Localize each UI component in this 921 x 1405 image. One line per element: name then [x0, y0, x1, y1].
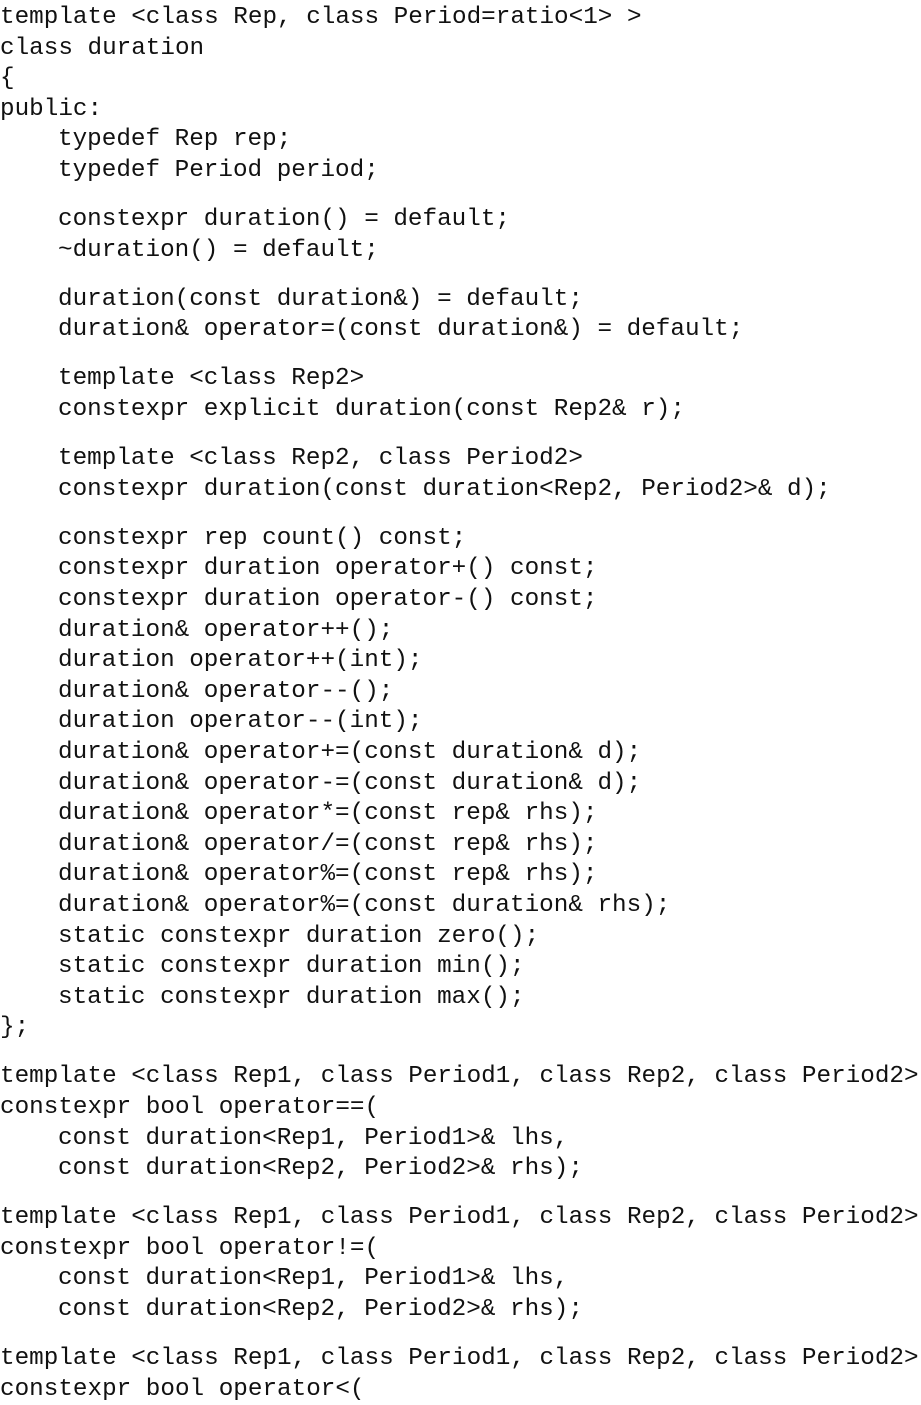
blank-gap [0, 266, 921, 285]
code-line: duration& operator%=(const duration& rhs… [58, 891, 671, 919]
code-line: typedef Rep rep; [58, 126, 292, 154]
code-line: constexpr bool operator==( [0, 1094, 380, 1121]
blank-gap [0, 1185, 921, 1204]
code-line: ~duration() = default; [58, 236, 379, 264]
blank-gap [0, 426, 921, 445]
code-line: const duration<Rep1, Period1>& lhs, [58, 1265, 569, 1293]
code-line: static constexpr duration max(); [58, 983, 525, 1011]
code-line: duration(const duration&) = default; [58, 285, 583, 313]
code-line: constexpr duration(const duration<Rep2, … [58, 475, 831, 503]
code-line: template <class Rep2, class Period2> [58, 445, 583, 473]
code-line: template <class Rep2> [58, 365, 365, 393]
code-line: constexpr explicit duration(const Rep2& … [58, 396, 685, 424]
code-line: public: [0, 95, 103, 123]
code-line: constexpr bool operator!=( [0, 1234, 380, 1262]
code-line: duration& operator--(); [58, 677, 394, 705]
code-line: constexpr bool operator<( [0, 1375, 365, 1403]
blank-gap [0, 505, 921, 524]
code-line: const duration<Rep2, Period2>& rhs); [58, 1155, 583, 1183]
code-line: template <class Rep1, class Period1, cla… [0, 1063, 919, 1091]
code-line: const duration<Rep1, Period1>& lhs, [58, 1124, 569, 1152]
code-line: duration& operator*=(const rep& rhs); [58, 800, 598, 828]
code-line: constexpr duration operator-() const; [58, 586, 598, 613]
blank-gap [0, 1044, 921, 1063]
blank-gap [0, 187, 921, 206]
code-line: }; [0, 1014, 30, 1042]
code-line: constexpr duration operator+() const; [58, 555, 598, 583]
code-line: duration& operator-=(const duration& d); [58, 769, 642, 797]
code-line: class duration [0, 34, 205, 62]
code-line: { [0, 65, 15, 93]
code-line: duration operator++(int); [58, 647, 423, 675]
code-line: constexpr rep count() const; [58, 524, 467, 552]
code-line: constexpr duration() = default; [58, 206, 510, 234]
code-line: duration& operator=(const duration&) = d… [58, 316, 744, 344]
code-line: duration& operator/=(const rep& rhs); [58, 830, 598, 858]
code-line: template <class Rep1, class Period1, cla… [0, 1345, 919, 1373]
blank-gap [0, 346, 921, 365]
code-line: duration& operator++(); [58, 616, 394, 644]
code-line: template <class Rep1, class Period1, cla… [0, 1204, 919, 1232]
code-line: template <class Rep, class Period=ratio<… [0, 4, 642, 31]
code-line: duration& operator+=(const duration& d); [58, 738, 642, 766]
code-line: static constexpr duration min(); [58, 953, 525, 981]
code-line: static constexpr duration zero(); [58, 922, 540, 950]
code-line: const duration<Rep2, Period2>& rhs); [58, 1296, 583, 1324]
code-line: duration& operator%=(const rep& rhs); [58, 861, 598, 889]
code-listing: template <class Rep, class Period=ratio<… [0, 3, 921, 1405]
blank-gap [0, 1326, 921, 1345]
code-line: typedef Period period; [58, 156, 379, 184]
code-line: duration operator--(int); [58, 708, 423, 736]
